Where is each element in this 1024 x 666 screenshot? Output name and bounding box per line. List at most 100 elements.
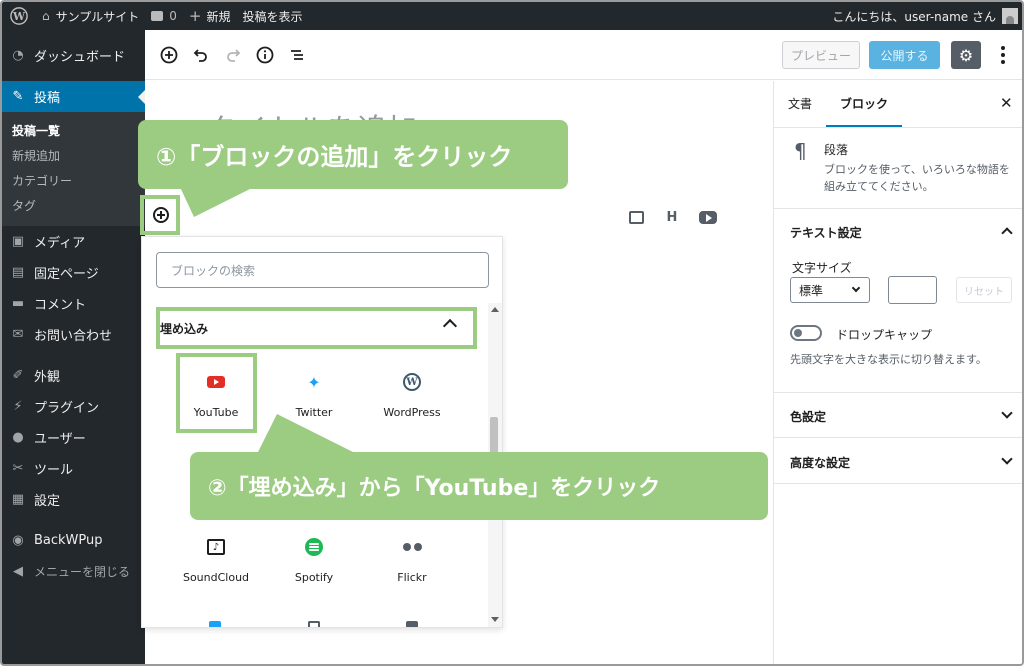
partial-block-icon: [406, 621, 418, 627]
comment-icon: ▬: [11, 296, 25, 311]
site-name: サンプルサイト: [55, 9, 140, 24]
posts-submenu: 投稿一覧 新規追加 カテゴリー タグ: [2, 112, 145, 226]
comments-link[interactable]: 0: [145, 2, 183, 30]
font-size-label: 文字サイズ: [792, 261, 852, 275]
highlight-youtube: [176, 353, 257, 433]
soundcloud-icon: ♪: [207, 539, 225, 555]
tab-block[interactable]: ブロック: [826, 81, 903, 128]
tab-document[interactable]: 文書: [788, 81, 812, 125]
reset-button[interactable]: リセット: [956, 277, 1012, 303]
admin-bar: W ⌂ サンプルサイト 0 + 新規 投稿を表示 こんにちは、user-name…: [2, 2, 1022, 30]
settings-button[interactable]: ⚙: [951, 41, 981, 69]
heading-block-icon[interactable]: H: [663, 208, 681, 226]
menu-tools[interactable]: ✂ ツール: [2, 453, 145, 484]
admin-sidebar: ◔ ダッシュボード ✎ 投稿 投稿一覧 新規追加 カテゴリー タグ ▣ メディア…: [2, 30, 145, 664]
block-name: 段落: [824, 143, 849, 157]
menu-label: 固定ページ: [34, 267, 99, 282]
menu-dashboard[interactable]: ◔ ダッシュボード: [2, 40, 145, 71]
text-settings-toggle[interactable]: テキスト設定: [790, 224, 862, 241]
font-size-value: 標準: [799, 283, 824, 298]
chevron-down-icon: [851, 283, 861, 293]
menu-settings[interactable]: ▦ 設定: [2, 484, 145, 515]
menu-label: ツール: [34, 463, 74, 478]
settings-icon: ▦: [11, 492, 25, 507]
image-block-icon[interactable]: [627, 208, 645, 226]
menu-comments[interactable]: ▬ コメント: [2, 288, 145, 319]
callout-step-1: ①「ブロックの追加」をクリック: [138, 120, 568, 189]
menu-label: ダッシュボード: [34, 50, 126, 65]
menu-users[interactable]: ● ユーザー: [2, 422, 145, 453]
divider: [774, 208, 1022, 209]
new-label: 新規: [206, 9, 231, 24]
more-options-button[interactable]: [993, 41, 1013, 69]
menu-pages[interactable]: ▤ 固定ページ: [2, 257, 145, 288]
redo-icon[interactable]: [221, 43, 245, 67]
divider: [774, 127, 1022, 128]
wordpress-icon: W: [403, 373, 421, 391]
preview-button[interactable]: プレビュー: [782, 41, 860, 69]
block-label: SoundCloud: [182, 571, 250, 584]
block-soundcloud[interactable]: ♪ SoundCloud: [168, 535, 264, 599]
menu-label: コメント: [34, 298, 87, 313]
drop-cap-toggle[interactable]: [790, 325, 822, 341]
site-name-link[interactable]: ⌂ サンプルサイト: [36, 2, 145, 30]
chevron-down-icon: [1001, 407, 1013, 419]
spotify-icon: [305, 538, 323, 556]
menu-collapse[interactable]: ◀ メニューを閉じる: [2, 556, 145, 587]
block-spotify[interactable]: Spotify: [266, 535, 362, 599]
submenu-add-new[interactable]: 新規追加: [2, 143, 145, 168]
advanced-settings-toggle[interactable]: 高度な設定: [790, 454, 850, 471]
block-navigation-icon[interactable]: [285, 43, 309, 67]
user-icon: ●: [12, 430, 24, 445]
font-size-select[interactable]: 標準: [790, 277, 870, 303]
collapse-icon: ◀: [13, 564, 23, 579]
paragraph-icon: ¶: [794, 139, 807, 163]
editor-toolbar: プレビュー 公開する ⚙: [145, 30, 1022, 80]
twitter-icon: ✦: [307, 372, 321, 392]
dashboard-icon: ◔: [12, 48, 24, 63]
youtube-block-icon[interactable]: [699, 208, 717, 226]
block-search-input[interactable]: ブロックの検索: [156, 252, 489, 288]
submenu-all-posts[interactable]: 投稿一覧: [2, 118, 145, 143]
publish-button[interactable]: 公開する: [869, 41, 940, 69]
menu-posts[interactable]: ✎ 投稿: [2, 81, 145, 112]
divider: [774, 483, 1022, 484]
wordpress-logo-icon[interactable]: W: [2, 2, 36, 30]
block-wordpress[interactable]: W WordPress: [364, 370, 460, 434]
menu-label: 外観: [34, 370, 61, 385]
undo-icon[interactable]: [189, 43, 213, 67]
menu-media[interactable]: ▣ メディア: [2, 226, 145, 257]
submenu-categories[interactable]: カテゴリー: [2, 168, 145, 193]
submenu-tags[interactable]: タグ: [2, 193, 145, 218]
block-label: WordPress: [383, 406, 441, 419]
menu-plugins[interactable]: ⚡ プラグイン: [2, 391, 145, 422]
menu-label: お問い合わせ: [34, 329, 113, 344]
close-icon[interactable]: ✕: [1000, 94, 1013, 112]
account-menu[interactable]: こんにちは、user-name さん: [832, 2, 1018, 30]
menu-label: メニューを閉じる: [34, 565, 131, 579]
info-icon[interactable]: [253, 43, 277, 67]
scroll-down-arrow[interactable]: [491, 617, 499, 622]
wrench-icon: ✂: [12, 461, 24, 476]
home-icon: ⌂: [42, 9, 50, 23]
scroll-up-arrow[interactable]: [491, 307, 499, 312]
menu-label: 設定: [34, 494, 61, 509]
media-icon: ▣: [11, 234, 25, 249]
color-settings-toggle[interactable]: 色設定: [790, 408, 826, 425]
more-icon-dot: [1001, 60, 1005, 64]
menu-contact[interactable]: ✉ お問い合わせ: [2, 319, 145, 350]
custom-font-size-input[interactable]: [888, 276, 937, 304]
mail-icon: ✉: [12, 327, 24, 342]
avatar: [1002, 8, 1018, 24]
menu-label: BackWPup: [34, 533, 103, 548]
menu-backwpup[interactable]: ◉ BackWPup: [2, 525, 145, 556]
view-post-link[interactable]: 投稿を表示: [237, 2, 309, 30]
add-block-icon[interactable]: [157, 43, 181, 67]
block-description: ブロックを使って、いろいろな物語を組み立ててください。: [824, 163, 1010, 193]
menu-label: ユーザー: [34, 432, 86, 447]
block-flickr[interactable]: Flickr: [364, 535, 460, 599]
menu-appearance[interactable]: ✐ 外観: [2, 360, 145, 391]
menu-label: プラグイン: [34, 401, 100, 416]
gear-icon: ⚙: [958, 45, 974, 65]
new-content-link[interactable]: + 新規: [183, 2, 237, 30]
